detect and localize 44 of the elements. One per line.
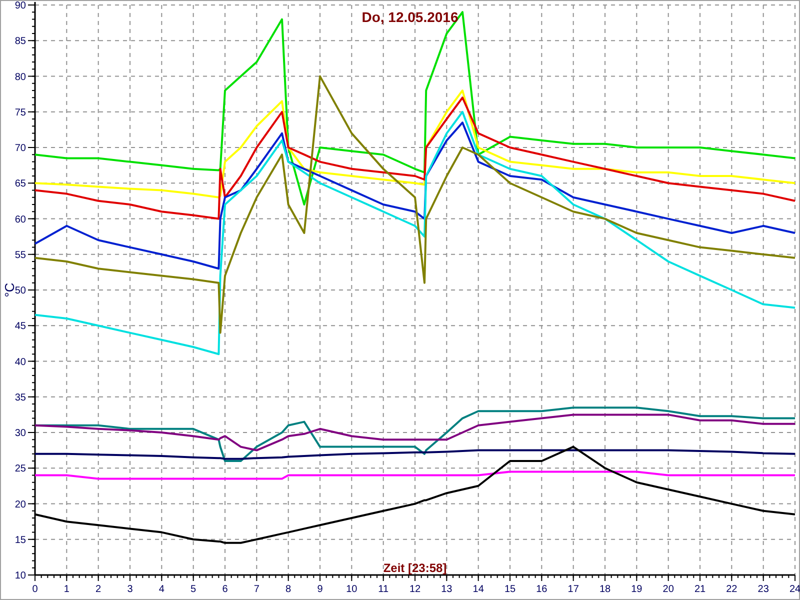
x-tick-label: 13 [441,584,452,595]
x-axis-label: Zeit [23:58] [383,561,447,575]
x-tick-label: 9 [317,584,323,595]
y-tick-label: 65 [14,178,26,190]
x-tick-label: 17 [568,584,579,595]
x-tick-label: 2 [96,584,102,595]
y-tick-label: 50 [14,286,26,296]
y-tick-label: 10 [14,570,26,582]
x-tick-label: 12 [409,584,421,595]
y-tick-label: 40 [14,356,26,368]
y-tick-label: 20 [14,499,26,510]
x-tick-label: 6 [222,584,228,595]
y-tick-label: 70 [14,143,26,154]
x-tick-label: 15 [504,584,516,595]
x-tick-label: 3 [127,584,133,595]
x-tick-label: 16 [536,584,548,595]
x-tick-label: 22 [726,584,738,595]
y-tick-label: 80 [14,72,26,83]
x-tick-label: 21 [694,584,706,595]
x-tick-label: 20 [662,584,674,595]
chart-title: Do, 12.05.2016 [362,9,458,25]
y-tick-label: 55 [14,250,26,261]
y-tick-label: 60 [14,214,26,226]
y-tick-label: 90 [14,0,26,12]
y-tick-label: 25 [14,464,26,475]
x-tick-label: 5 [190,584,196,595]
x-tick-label: 24 [789,584,800,595]
x-tick-label: 10 [346,584,358,595]
x-tick-label: 11 [378,584,389,595]
y-tick-label: 85 [14,36,26,48]
x-tick-label: 4 [158,584,164,595]
y-tick-label: 45 [14,321,26,332]
y-tick-label: 30 [14,428,26,439]
x-tick-label: 1 [64,584,70,595]
x-tick-label: 7 [254,584,260,595]
y-tick-label: 75 [14,107,26,118]
x-tick-label: 19 [631,584,642,595]
y-tick-label: 35 [14,392,26,404]
x-tick-label: 14 [472,584,484,595]
x-tick-label: 18 [599,584,611,595]
x-tick-label: 23 [758,584,769,595]
x-tick-label: 0 [32,584,38,595]
x-tick-label: 8 [286,584,292,595]
y-tick-label: 15 [14,534,26,546]
